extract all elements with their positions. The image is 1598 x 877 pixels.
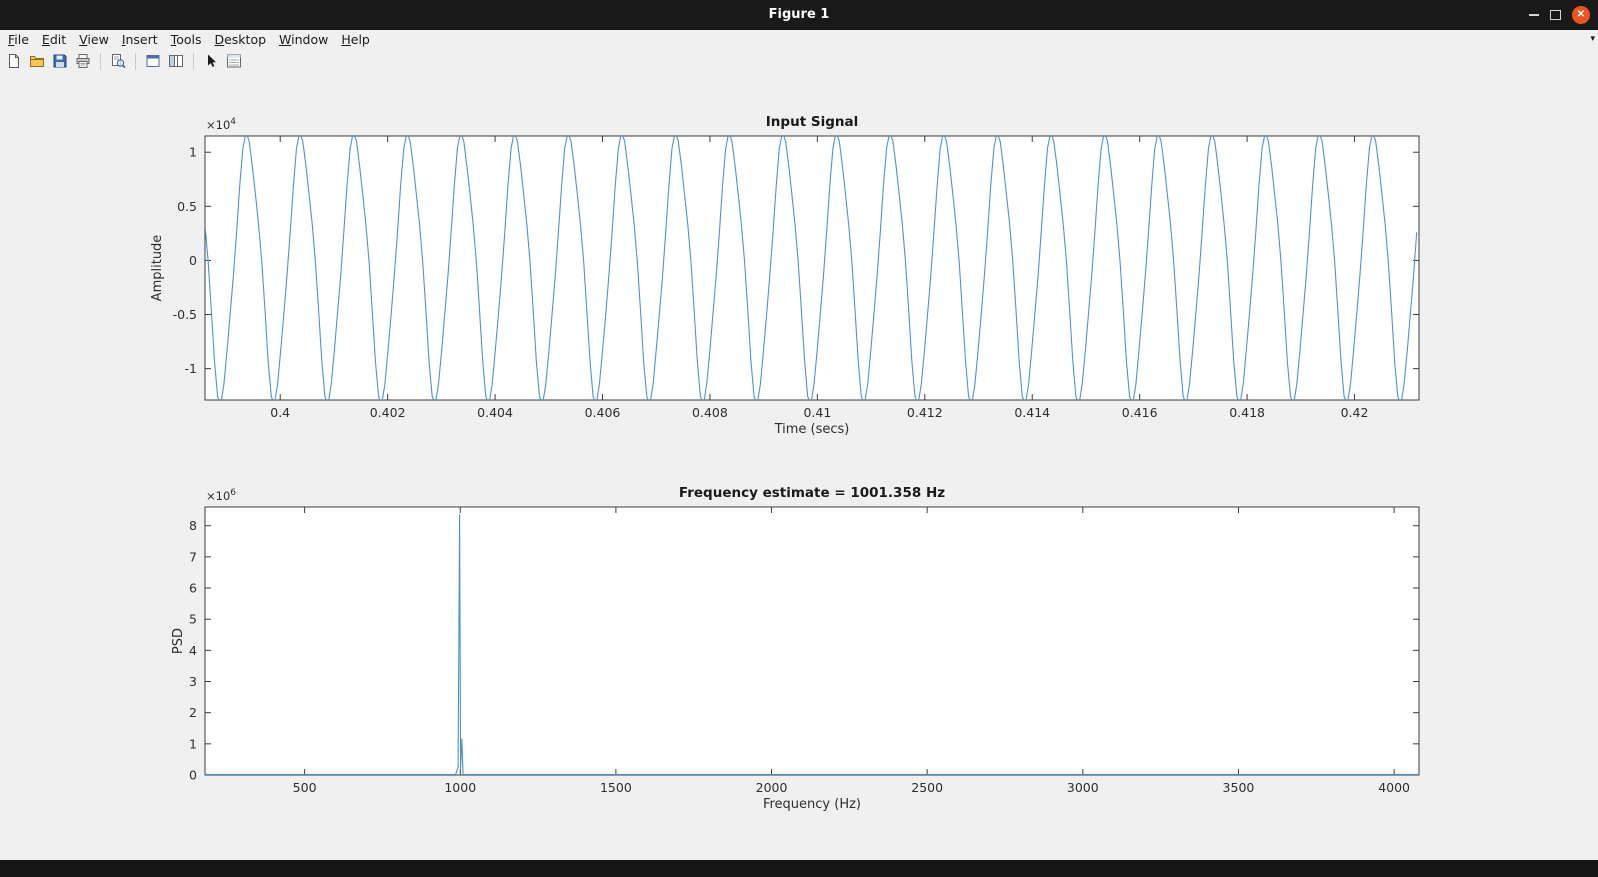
svg-text:-1: -1 bbox=[185, 361, 197, 376]
svg-text:1: 1 bbox=[189, 145, 197, 160]
svg-text:1500: 1500 bbox=[600, 780, 632, 795]
svg-text:1: 1 bbox=[189, 736, 197, 751]
new-figure-icon bbox=[6, 53, 22, 69]
bottom-bar bbox=[0, 860, 1598, 877]
svg-text:-0.5: -0.5 bbox=[173, 307, 197, 322]
svg-text:4000: 4000 bbox=[1378, 780, 1410, 795]
figure-window: Figure 1 ✕ File Edit View Insert Tools D… bbox=[0, 0, 1598, 877]
svg-text:0.41: 0.41 bbox=[803, 405, 831, 420]
svg-text:6: 6 bbox=[189, 581, 197, 596]
toolbar-separator bbox=[135, 53, 136, 70]
edit-plot-button[interactable] bbox=[201, 51, 221, 71]
open-file-button[interactable] bbox=[27, 51, 47, 71]
svg-text:2000: 2000 bbox=[756, 780, 788, 795]
restore-icon bbox=[1550, 10, 1561, 20]
svg-text:3500: 3500 bbox=[1223, 780, 1255, 795]
svg-text:0.414: 0.414 bbox=[1014, 405, 1050, 420]
svg-text:0.406: 0.406 bbox=[585, 405, 621, 420]
svg-text:0.4: 0.4 bbox=[270, 405, 290, 420]
svg-text:0: 0 bbox=[189, 253, 197, 268]
print-figure-button[interactable] bbox=[73, 51, 93, 71]
edit-plot-icon bbox=[203, 53, 219, 69]
menu-edit[interactable]: Edit bbox=[42, 32, 66, 47]
save-figure-icon bbox=[52, 53, 68, 69]
insert-layout-button[interactable] bbox=[166, 51, 186, 71]
toolbar-separator bbox=[193, 53, 194, 70]
svg-text:8: 8 bbox=[189, 518, 197, 533]
minimize-button[interactable] bbox=[1529, 14, 1539, 16]
toolbar-separator bbox=[100, 53, 101, 70]
menu-desktop[interactable]: Desktop bbox=[214, 32, 266, 47]
figure-canvas: 0.4 0.402 0.404 0.406 0.408 0.41 0.412 0.414 0.4… bbox=[0, 73, 1598, 860]
svg-text:2: 2 bbox=[189, 705, 197, 720]
svg-text:5: 5 bbox=[189, 612, 197, 627]
window-controls: ✕ bbox=[1529, 0, 1590, 30]
svg-text:0.408: 0.408 bbox=[692, 405, 728, 420]
property-inspector-button[interactable] bbox=[224, 51, 244, 71]
svg-text:4: 4 bbox=[189, 643, 197, 658]
menu-file[interactable]: File bbox=[8, 32, 29, 47]
svg-text:3000: 3000 bbox=[1067, 780, 1099, 795]
insert-layout-icon bbox=[168, 53, 184, 69]
figure-toolbar bbox=[0, 49, 1598, 73]
svg-text:0.402: 0.402 bbox=[370, 405, 406, 420]
menubar: File Edit View Insert Tools Desktop Wind… bbox=[0, 30, 1598, 49]
svg-text:0.5: 0.5 bbox=[177, 199, 197, 214]
svg-text:1000: 1000 bbox=[444, 780, 476, 795]
svg-text:0.42: 0.42 bbox=[1341, 405, 1369, 420]
svg-text:3: 3 bbox=[189, 674, 197, 689]
dock-figure-icon bbox=[145, 53, 161, 69]
menu-insert[interactable]: Insert bbox=[122, 32, 158, 47]
print-preview-button[interactable] bbox=[108, 51, 128, 71]
print-preview-icon bbox=[110, 53, 126, 69]
svg-text:×104: ×104 bbox=[206, 117, 236, 132]
svg-text:0.412: 0.412 bbox=[907, 405, 943, 420]
svg-text:0.404: 0.404 bbox=[477, 405, 513, 420]
svg-text:Frequency (Hz): Frequency (Hz) bbox=[763, 797, 861, 812]
property-inspector-icon bbox=[226, 53, 242, 69]
svg-text:Amplitude: Amplitude bbox=[150, 235, 165, 302]
svg-text:Time (secs): Time (secs) bbox=[774, 422, 850, 437]
svg-text:0.416: 0.416 bbox=[1122, 405, 1158, 420]
menu-view[interactable]: View bbox=[79, 32, 109, 47]
open-file-icon bbox=[29, 53, 45, 69]
menu-help[interactable]: Help bbox=[341, 32, 370, 47]
menu-tools[interactable]: Tools bbox=[171, 32, 202, 47]
svg-text:500: 500 bbox=[293, 780, 317, 795]
new-figure-button[interactable] bbox=[4, 51, 24, 71]
plots-svg: 0.4 0.402 0.404 0.406 0.408 0.41 0.412 0.414 0.4… bbox=[0, 73, 1598, 860]
restore-button[interactable] bbox=[1550, 10, 1561, 20]
svg-text:×106: ×106 bbox=[206, 488, 236, 503]
toolbar-overflow-icon[interactable]: ▾ bbox=[1590, 33, 1595, 45]
svg-text:0: 0 bbox=[189, 768, 197, 783]
svg-text:7: 7 bbox=[189, 549, 197, 564]
dock-figure-button[interactable] bbox=[143, 51, 163, 71]
minimize-icon bbox=[1529, 14, 1539, 16]
print-figure-icon bbox=[75, 53, 91, 69]
window-title: Figure 1 bbox=[0, 0, 1598, 30]
svg-text:Frequency estimate = 1001.358: Frequency estimate = 1001.358 Hz bbox=[679, 485, 945, 501]
svg-text:0.418: 0.418 bbox=[1229, 405, 1265, 420]
menu-window[interactable]: Window bbox=[279, 32, 328, 47]
titlebar: Figure 1 ✕ bbox=[0, 0, 1598, 30]
svg-text:2500: 2500 bbox=[911, 780, 943, 795]
svg-text:PSD: PSD bbox=[171, 628, 186, 654]
save-figure-button[interactable] bbox=[50, 51, 70, 71]
svg-text:Input Signal: Input Signal bbox=[766, 114, 858, 130]
close-button[interactable]: ✕ bbox=[1572, 6, 1590, 24]
close-icon: ✕ bbox=[1572, 6, 1590, 24]
